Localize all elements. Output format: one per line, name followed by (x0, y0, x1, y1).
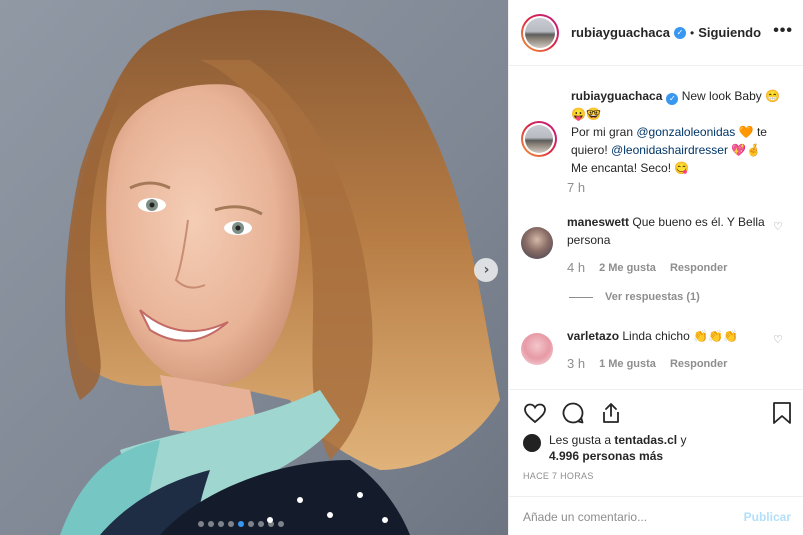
mention-link[interactable]: @leonidashairdresser (611, 143, 728, 157)
caption-text: rubiayguachaca ✓ New look Baby 😁 😛🤓 Por m… (571, 87, 791, 177)
comments-section: rubiayguachaca ✓ New look Baby 😁 😛🤓 Por m… (509, 67, 803, 389)
view-replies-label: Ver respuestas (1) (605, 291, 700, 303)
post-photo: › (0, 0, 508, 535)
comment-likes[interactable]: 1 Me gusta (599, 358, 656, 370)
comment-icon[interactable] (561, 401, 585, 425)
liker-username[interactable]: tentadas.cl (614, 433, 677, 447)
comment-body: Linda chicho (622, 329, 690, 343)
carousel-dot (218, 521, 224, 527)
chevron-right-icon: › (483, 262, 490, 278)
comment-likes[interactable]: 2 Me gusta (599, 262, 656, 274)
replies-divider (569, 296, 593, 298)
caption-body: New look Baby (681, 89, 762, 103)
photo-image (0, 0, 508, 535)
caption-emoji: 😋 (674, 161, 690, 175)
post-sidebar: rubiayguachaca ✓ • Siguiendo ••• rubiayg… (508, 0, 803, 535)
carousel-indicator (198, 521, 284, 527)
commenter-username[interactable]: maneswett (567, 215, 629, 229)
carousel-dot (278, 521, 284, 527)
caption-emoji: 😁 (765, 89, 781, 103)
comment-text: maneswett Que bueno es él. Y Bella perso… (567, 213, 777, 259)
liker-avatar[interactable] (523, 434, 541, 452)
likes-prefix: Les gusta a (549, 433, 612, 447)
reply-button[interactable]: Responder (670, 262, 727, 274)
publish-button[interactable]: Publicar (744, 510, 791, 524)
commenter-username[interactable]: varletazo (567, 329, 619, 343)
verified-icon: ✓ (674, 26, 686, 39)
likes-suffix: y (680, 433, 687, 447)
view-replies-button[interactable]: Ver respuestas (1) (569, 291, 700, 303)
bookmark-icon[interactable] (771, 401, 793, 425)
comment-meta: 4 h 2 Me gusta Responder (567, 260, 727, 275)
commenter-avatar[interactable] (521, 333, 553, 365)
comment-input[interactable] (523, 509, 723, 524)
likes-text: Les gusta a tentadas.cl y 4.996 personas… (549, 432, 686, 464)
like-comment-heart-icon[interactable]: ♡ (773, 334, 785, 346)
carousel-dot (268, 521, 274, 527)
likes-summary: Les gusta a tentadas.cl y 4.996 personas… (523, 432, 686, 464)
caption-emoji: 😛🤓 (571, 107, 601, 121)
avatar-image (525, 125, 553, 153)
caption: rubiayguachaca ✓ New look Baby 😁 😛🤓 Por m… (521, 89, 791, 177)
author-username[interactable]: rubiayguachaca (571, 25, 670, 40)
share-icon[interactable] (599, 401, 623, 425)
carousel-dot (198, 521, 204, 527)
comment-emoji: 👏👏👏 (693, 329, 738, 343)
carousel-dot (258, 521, 264, 527)
comment-meta: 3 h 1 Me gusta Responder (567, 356, 727, 371)
commenter-avatar[interactable] (521, 227, 553, 259)
mention-link[interactable]: @gonzaloleonidas (636, 125, 735, 139)
caption-emoji: 💖🤞 (731, 143, 762, 157)
caption-meta: 7 h (567, 180, 585, 195)
carousel-dot (248, 521, 254, 527)
verified-icon: ✓ (666, 93, 679, 105)
carousel-dot (238, 521, 244, 527)
reply-button[interactable]: Responder (670, 358, 727, 370)
post-timestamp[interactable]: HACE 7 HORAS (523, 471, 594, 481)
separator: • (690, 25, 695, 40)
avatar-image (525, 17, 555, 48)
likes-count[interactable]: 4.996 personas más (549, 449, 663, 463)
like-comment-heart-icon[interactable]: ♡ (773, 221, 785, 233)
author-avatar[interactable] (521, 13, 559, 52)
caption-body: Por mi gran (571, 125, 634, 139)
follow-status-button[interactable]: Siguiendo (698, 25, 761, 40)
comment-time[interactable]: 3 h (567, 356, 585, 371)
caption-author-avatar[interactable] (521, 121, 557, 157)
caption-emoji: 🧡 (738, 125, 754, 139)
instagram-post: › rubiayguachaca ✓ • Siguiendo ••• rubia… (0, 0, 803, 535)
add-comment-bar: Publicar (509, 496, 803, 535)
comment-time[interactable]: 4 h (567, 260, 585, 275)
post-header: rubiayguachaca ✓ • Siguiendo ••• (509, 0, 803, 66)
caption-body: Me encanta! Seco! (571, 161, 672, 175)
carousel-dot (208, 521, 214, 527)
caption-username[interactable]: rubiayguachaca (571, 89, 662, 103)
next-photo-button[interactable]: › (474, 258, 498, 282)
post-actions: Les gusta a tentadas.cl y 4.996 personas… (509, 389, 803, 535)
comment-item: maneswett Que bueno es él. Y Bella perso… (521, 215, 777, 259)
more-icon[interactable]: ••• (773, 22, 793, 40)
carousel-dot (228, 521, 234, 527)
caption-time[interactable]: 7 h (567, 180, 585, 195)
heart-icon[interactable] (523, 401, 547, 425)
